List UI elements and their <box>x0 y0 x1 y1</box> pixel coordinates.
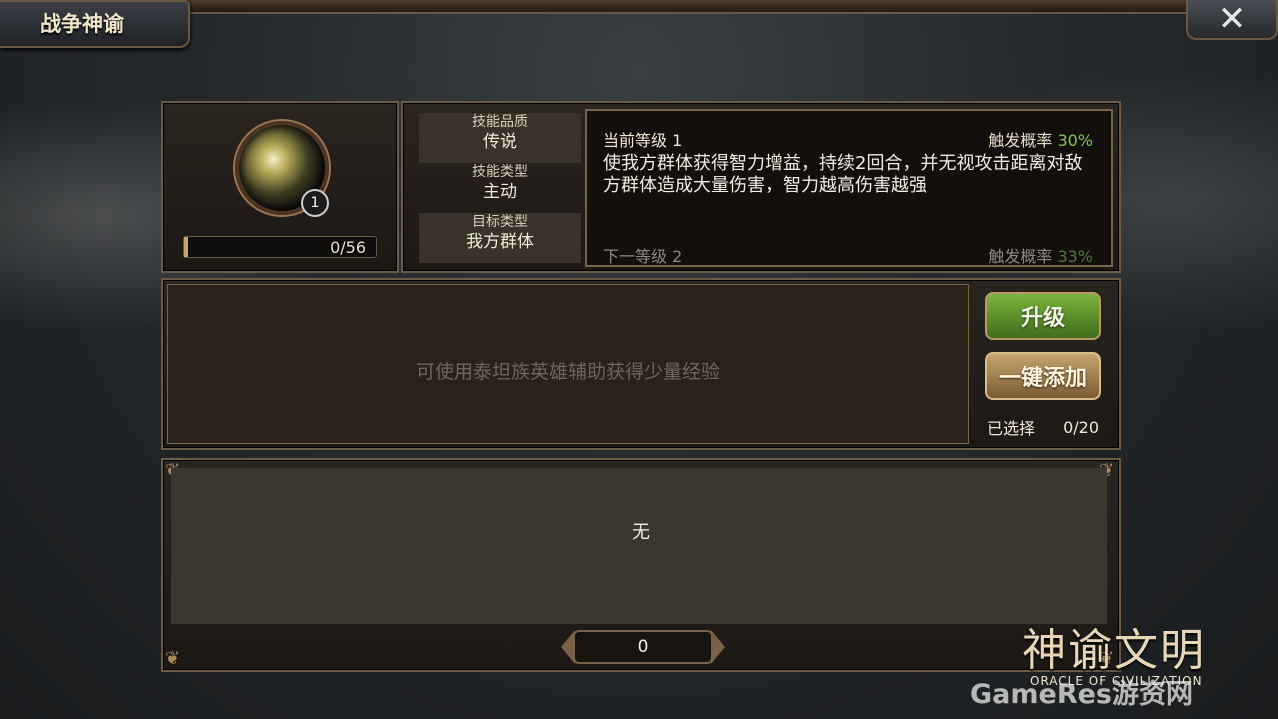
current-rate-value: 30% <box>1057 131 1093 150</box>
skill-description-box: 当前等级 1 触发概率 30% 使我方群体获得智力增益，持续2回合，并无视攻击距… <box>585 109 1113 267</box>
game-logo: 神谕文明 <box>1022 625 1206 676</box>
quick-add-button[interactable]: 一键添加 <box>985 352 1101 400</box>
next-trigger-label: 触发概率 <box>988 247 1053 266</box>
attr-type: 技能类型 主动 <box>419 163 581 213</box>
attr-target: 目标类型 我方群体 <box>419 213 581 263</box>
current-trigger-rate: 触发概率 30% <box>988 127 1093 151</box>
next-rate-value: 33% <box>1057 247 1093 266</box>
hero-list-area[interactable] <box>171 468 1107 624</box>
exp-text: 0/56 <box>330 238 366 257</box>
trigger-label: 触发概率 <box>988 131 1053 150</box>
selected-count: 0/20 <box>1063 417 1099 437</box>
upgrade-button[interactable]: 升级 <box>985 292 1101 340</box>
skill-info-panel: 技能品质 传说 技能类型 主动 目标类型 我方群体 当前等级 1 触发概率 30… <box>401 101 1121 273</box>
page-next-icon[interactable] <box>711 630 725 664</box>
material-panel: 可使用泰坦族英雄辅助获得少量经验 升级 一键添加 已选择 0/20 <box>161 278 1121 450</box>
material-slot-area[interactable]: 可使用泰坦族英雄辅助获得少量经验 <box>167 284 969 444</box>
page-indicator: 0 <box>573 630 713 664</box>
attr-target-value: 我方群体 <box>466 232 534 252</box>
next-level: 下一等级 2 <box>603 247 683 266</box>
skill-level-badge: 1 <box>301 189 329 217</box>
title-plate: 战争神谕 <box>0 0 190 48</box>
watermark: GameRes游资网 <box>970 679 1194 710</box>
attr-quality: 技能品质 传说 <box>419 113 581 163</box>
material-hint: 可使用泰坦族英雄辅助获得少量经验 <box>415 361 720 383</box>
attr-target-label: 目标类型 <box>472 214 528 230</box>
page-title: 战争神谕 <box>40 12 124 36</box>
hero-list-panel: ❦ ❦ ❦ ❦ 无 0 <box>161 458 1121 672</box>
attr-quality-label: 技能品质 <box>472 114 528 130</box>
selected-label: 已选择 <box>987 419 1036 438</box>
corner-ornament-icon: ❦ <box>165 648 181 669</box>
attr-type-value: 主动 <box>483 182 517 202</box>
skill-icon-panel: 1 0/56 <box>161 101 399 273</box>
exp-progress-fill <box>184 237 188 257</box>
skill-description-text: 使我方群体获得智力增益，持续2回合，并无视攻击距离对敌方群体造成大量伤害，智力越… <box>603 153 1083 196</box>
exp-progress-bar: 0/56 <box>183 236 377 258</box>
close-button[interactable]: ✕ <box>1186 0 1278 40</box>
empty-list-text: 无 <box>632 522 650 543</box>
attr-type-label: 技能类型 <box>472 164 528 180</box>
attr-quality-value: 传说 <box>483 132 517 152</box>
top-border <box>0 0 1278 14</box>
next-trigger-rate: 触发概率 33% <box>988 243 1093 267</box>
current-level: 当前等级 1 <box>603 131 683 150</box>
close-icon: ✕ <box>1217 0 1247 39</box>
selected-counter: 已选择 0/20 <box>973 412 1109 442</box>
